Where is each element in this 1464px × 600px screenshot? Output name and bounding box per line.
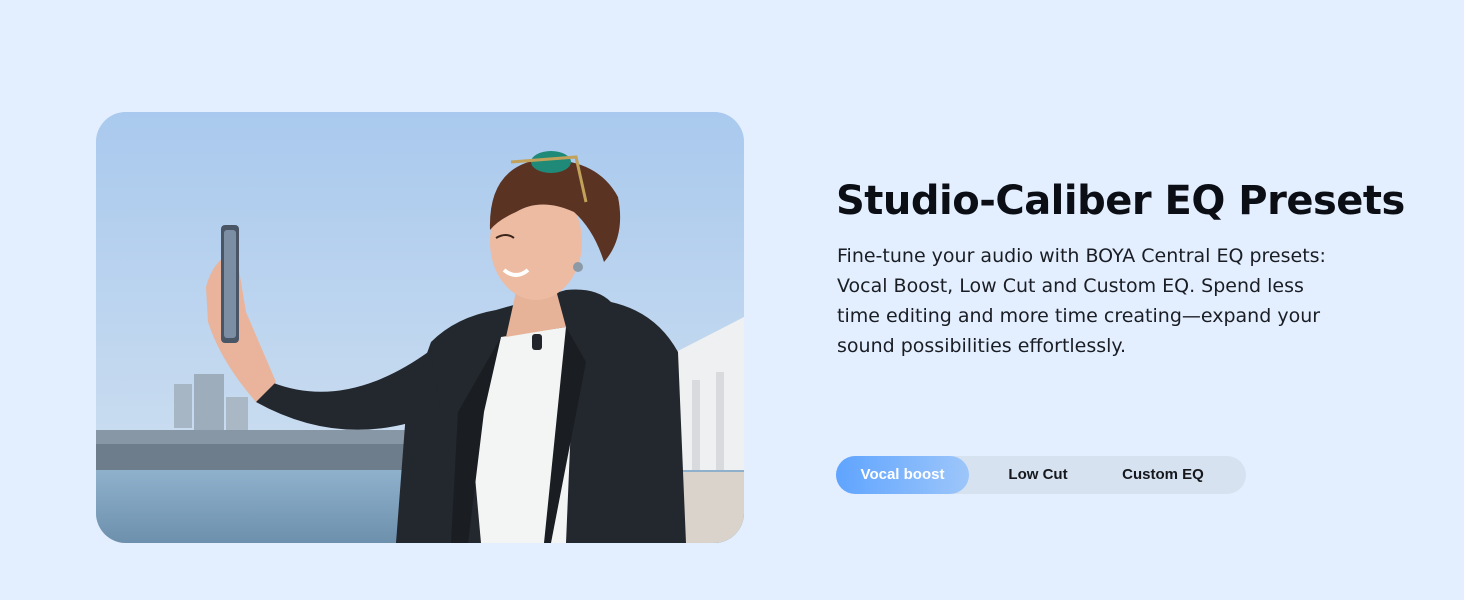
hero-photo (96, 112, 744, 543)
preset-tab-vocal-boost[interactable]: Vocal boost (836, 456, 969, 494)
selfie-photo-illustration (96, 112, 744, 543)
eq-preset-switcher: Vocal boost Low Cut Custom EQ (836, 456, 1246, 494)
feature-description: Fine-tune your audio with BOYA Central E… (837, 245, 1326, 357)
feature-title: Studio-Caliber EQ Presets (836, 178, 1405, 224)
preset-tab-low-cut[interactable]: Low Cut (969, 456, 1107, 494)
preset-tab-custom-eq[interactable]: Custom EQ (1098, 456, 1228, 494)
